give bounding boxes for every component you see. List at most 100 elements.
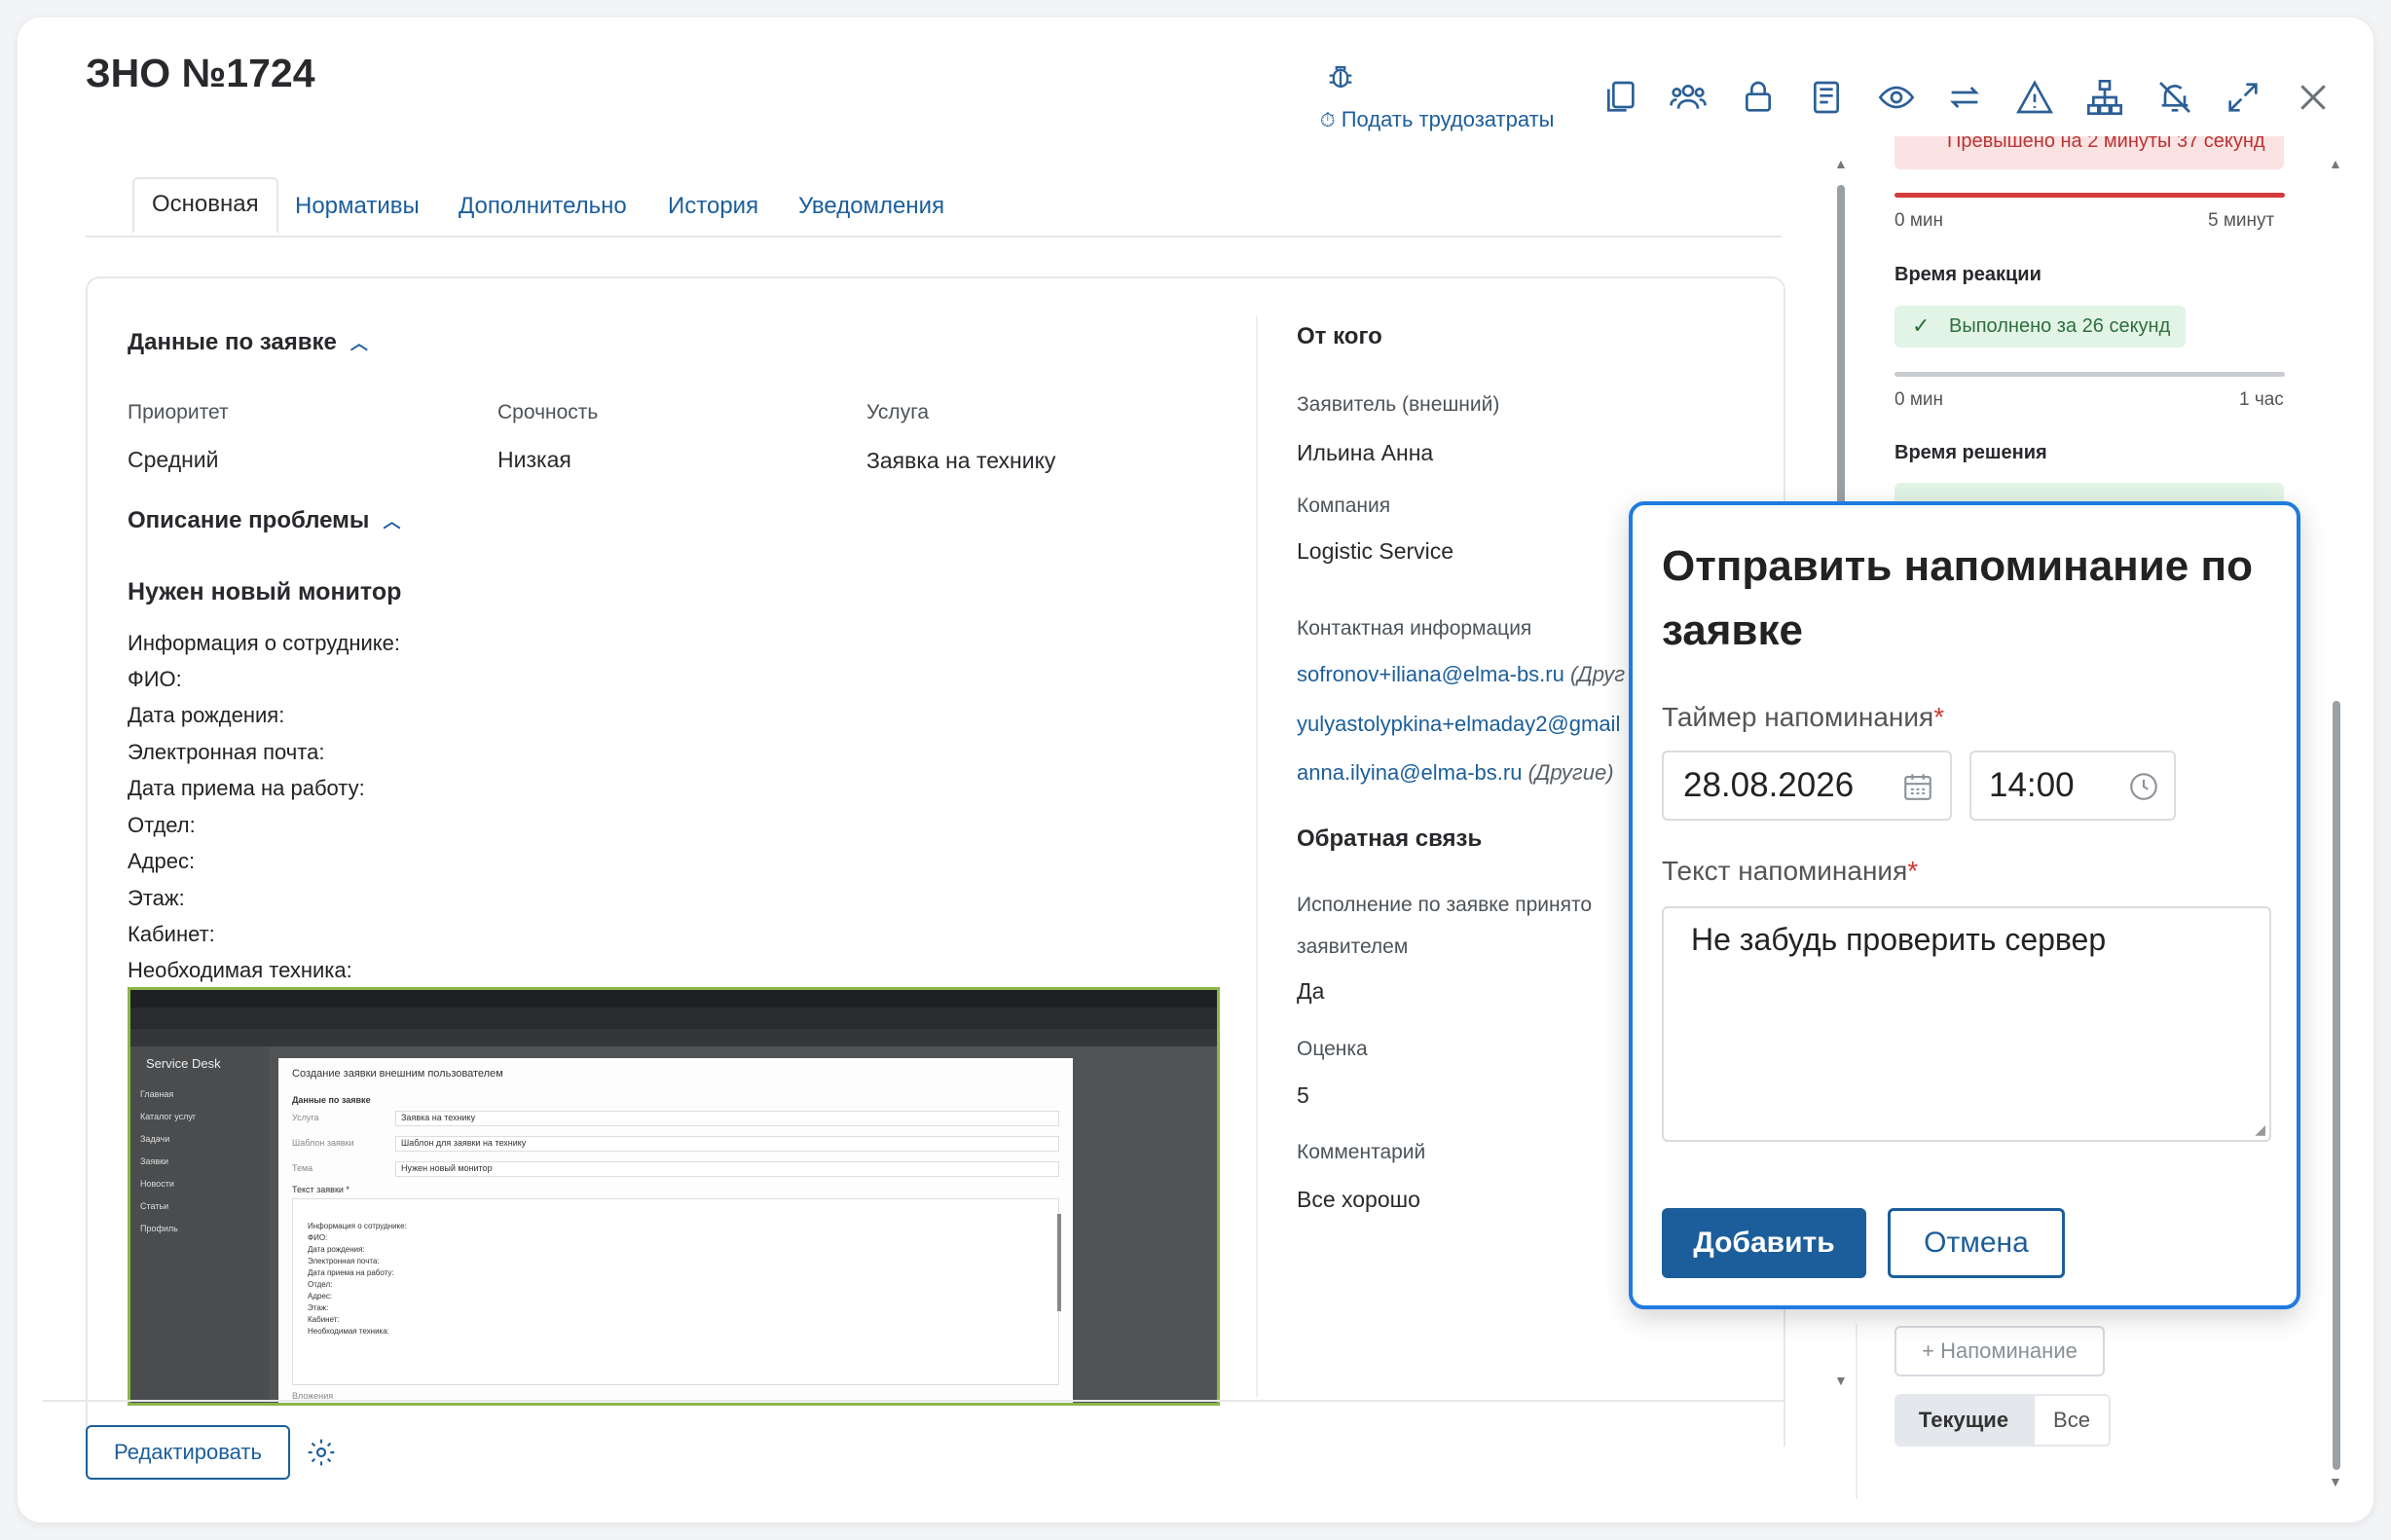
reaction-status-badge: ✓ Выполнено за 26 секунд [1894, 306, 2187, 348]
chevron-up-icon: ︿ [383, 512, 401, 532]
chevron-up-icon: ︿ [349, 334, 368, 353]
bar2-start: 0 мин [1894, 389, 1944, 410]
accepted-label: заявителем [1297, 935, 1409, 958]
close-icon[interactable] [2294, 78, 2333, 117]
description-line: Необходимая техника: [128, 958, 352, 982]
tab-norms[interactable]: Нормативы [295, 193, 420, 220]
reaction-title: Время реакции [1894, 264, 2042, 285]
edit-button[interactable]: Редактировать [86, 1425, 290, 1480]
right-scrollbar[interactable] [2333, 701, 2340, 1470]
solution-title: Время решения [1894, 442, 2047, 463]
description-line: Информация о сотруднике: [128, 631, 400, 655]
bar1-start: 0 мин [1894, 210, 1944, 231]
date-input[interactable]: 28.08.2026 [1662, 751, 1952, 821]
reminder-popup: Отправить напоминание по заявке Таймер н… [1629, 501, 2300, 1309]
description-line: Кабинет: [128, 922, 215, 946]
request-section-toggle[interactable]: Данные по заявке ︿ [128, 329, 368, 356]
description-line: Дата приема на работу: [128, 776, 365, 800]
reminder-text-area[interactable]: Не забудь проверить сервер ◢ [1662, 906, 2271, 1142]
problem-section-toggle[interactable]: Описание проблемы ︿ [128, 507, 400, 534]
time-input[interactable]: 14:00 [1969, 751, 2176, 821]
applicant-link[interactable]: Ильина Анна [1297, 440, 1433, 466]
scroll-up-arrow[interactable]: ▲ [1834, 156, 1848, 171]
contacts-label: Контактная информация [1297, 617, 1532, 640]
check-circle-icon: ✓ [1912, 313, 1931, 338]
comment-label: Комментарий [1297, 1141, 1426, 1163]
service-label: Услуга [866, 401, 930, 423]
description-line: Адрес: [128, 849, 196, 873]
tab-additional[interactable]: Дополнительно [459, 193, 627, 220]
priority-label: Приоритет [128, 401, 229, 423]
log-time-link[interactable]: ⏱ Подать трудозатраты [1320, 107, 1555, 132]
service-link[interactable]: Заявка на технику [866, 448, 1055, 474]
right-scroll-down-arrow[interactable]: ▼ [2329, 1474, 2342, 1489]
transfer-icon[interactable] [1945, 78, 1984, 117]
content-scrollbar[interactable] [1837, 185, 1845, 506]
bell-off-icon[interactable] [2155, 78, 2194, 117]
users-icon[interactable] [1669, 78, 1708, 117]
add-reminder-button[interactable]: + Напоминание [1894, 1326, 2105, 1376]
description-line: Дата рождения: [128, 703, 285, 727]
stopwatch-icon: ⏱ [1320, 110, 1336, 131]
expand-icon[interactable] [2224, 78, 2262, 117]
browser-tabbar [130, 990, 1217, 1008]
comment-value: Все хорошо [1297, 1187, 1420, 1212]
scroll-down-arrow[interactable]: ▼ [1834, 1373, 1848, 1388]
from-section-title: От кого [1297, 323, 1382, 349]
gear-icon[interactable] [306, 1437, 337, 1468]
tabs-divider [86, 236, 1782, 238]
reaction-bar [1894, 372, 2285, 377]
rating-label: Оценка [1297, 1038, 1368, 1060]
warning-icon[interactable] [2015, 78, 2054, 117]
filter-all-button[interactable]: Все [2033, 1394, 2111, 1447]
footer-divider [43, 1400, 1785, 1402]
contact-email[interactable]: yulyastolypkina+elmaday2@gmail [1297, 712, 1620, 737]
solution-status-badge [1894, 483, 2284, 502]
hierarchy-icon[interactable] [2085, 78, 2124, 117]
description-line: Отдел: [128, 813, 196, 837]
timer-label: Таймер напоминания* [1662, 702, 1945, 732]
description-line: Этаж: [128, 886, 185, 910]
description-line: Электронная почта: [128, 740, 325, 764]
clock-icon[interactable] [2127, 770, 2160, 803]
bar2-end: 1 час [2239, 389, 2284, 410]
page-title: ЗНО №1724 [86, 51, 315, 95]
attached-screenshot[interactable]: Service Desk Главная Каталог услуг Задач… [128, 987, 1220, 1406]
urgency-value: Низкая [497, 447, 571, 472]
tab-notifications[interactable]: Уведомления [798, 193, 944, 220]
filter-current-button[interactable]: Текущие [1894, 1394, 2033, 1447]
urgency-label: Срочность [497, 401, 599, 423]
column-divider [1256, 316, 1258, 1397]
text-label: Текст напоминания* [1662, 856, 1919, 886]
lock-icon[interactable] [1739, 78, 1778, 117]
right-scroll-up-arrow[interactable]: ▲ [2329, 156, 2342, 171]
book-icon[interactable] [1807, 78, 1846, 117]
rating-value: 5 [1297, 1082, 1309, 1108]
description-line: ФИО: [128, 667, 182, 691]
screenshot-dialog: Создание заявки внешним пользователем Да… [278, 1058, 1073, 1403]
sla-overdue-bar [1894, 193, 2285, 198]
tab-main[interactable]: Основная [132, 177, 278, 234]
feedback-section-title: Обратная связь [1297, 825, 1483, 852]
add-button[interactable]: Добавить [1662, 1208, 1866, 1278]
calendar-icon[interactable] [1901, 770, 1934, 803]
popup-title: Отправить напоминание по заявке [1662, 542, 2253, 654]
company-label: Компания [1297, 495, 1391, 517]
accepted-value: Да [1297, 978, 1325, 1004]
cancel-button[interactable]: Отмена [1888, 1208, 2065, 1278]
applicant-label: Заявитель (внешний) [1297, 393, 1500, 416]
eye-icon[interactable] [1877, 78, 1916, 117]
accepted-label: Исполнение по заявке принято [1297, 894, 1593, 916]
sla-overdue-badge: Превышено на 2 минуты 37 секунд [1894, 136, 2284, 169]
problem-subject: Нужен новый монитор [128, 578, 402, 605]
contact-email[interactable]: sofronov+iliana@elma-bs.ru (Друг [1297, 662, 1625, 687]
company-link[interactable]: Logistic Service [1297, 538, 1453, 565]
copy-icon[interactable] [1600, 78, 1639, 117]
right-column-divider [1856, 1324, 1858, 1499]
browser-addressbar [130, 1008, 1217, 1029]
tab-history[interactable]: История [668, 193, 758, 220]
priority-value: Средний [128, 447, 219, 472]
contact-email[interactable]: anna.ilyina@elma-bs.ru (Другие) [1297, 760, 1614, 786]
resize-handle-icon[interactable]: ◢ [2255, 1121, 2265, 1138]
bug-icon[interactable] [1324, 60, 1357, 93]
